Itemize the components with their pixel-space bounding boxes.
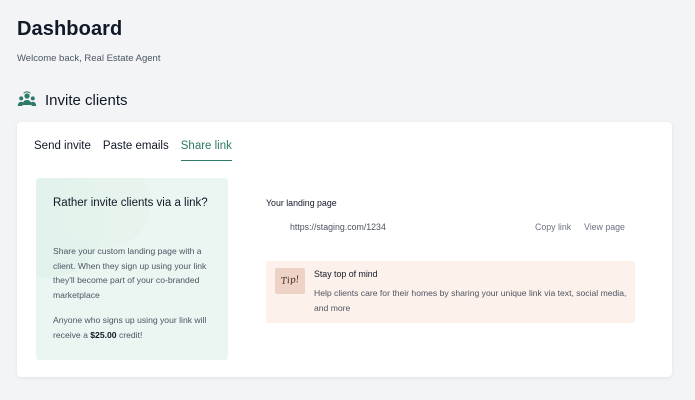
page-header: Dashboard Welcome back, Real Estate Agen…	[17, 18, 160, 64]
welcome-message: Welcome back, Real Estate Agent	[17, 53, 161, 64]
tip-body: Help clients care for their homes by sha…	[314, 288, 627, 313]
tip-badge: Tip!	[275, 268, 305, 294]
promo-heading: Rather invite clients via a link?	[53, 197, 208, 209]
section-title: Invite clients	[45, 91, 128, 109]
landing-page-label: Your landing page	[266, 198, 337, 208]
credit-note-suffix: credit!	[116, 329, 143, 340]
tab-paste-emails[interactable]: Paste emails	[103, 140, 169, 161]
page-title: Dashboard	[17, 18, 123, 40]
tab-send-invite[interactable]: Send invite	[34, 140, 91, 161]
invite-tabs: Send invite Paste emails Share link	[34, 140, 232, 161]
promo-description: Share your custom landing page with a cl…	[53, 246, 207, 300]
tip-title: Stay top of mind	[314, 269, 378, 279]
section-header: Invite clients	[17, 90, 128, 110]
landing-page-url: https://staging.com/1234	[290, 222, 386, 232]
credit-amount: $25.00	[90, 329, 117, 340]
tab-share-link[interactable]: Share link	[180, 140, 232, 161]
promo-panel: Rather invite clients via a link? Share …	[36, 178, 228, 360]
people-group-icon	[17, 91, 37, 106]
copy-link-button[interactable]: Copy link	[535, 222, 571, 232]
view-page-button[interactable]: View page	[584, 222, 625, 232]
tip-badge-text: Tip!	[280, 275, 300, 287]
tip-box: Tip! Stay top of mind Help clients care …	[266, 261, 635, 323]
promo-credit-note: Anyone who signs up using your link will…	[53, 313, 218, 342]
invite-card: Send invite Paste emails Share link Rath…	[17, 122, 672, 377]
